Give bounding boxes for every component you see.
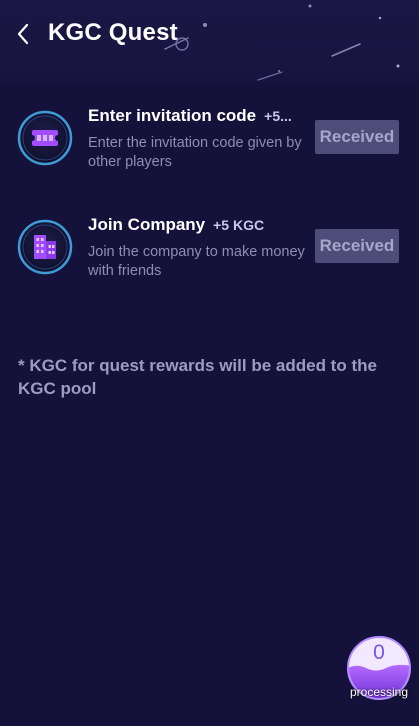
quest-item-join-company: Join Company +5 KGC Join the company to m… bbox=[0, 211, 419, 291]
quest-description: Enter the invitation code given by other… bbox=[88, 135, 302, 170]
ticket-icon bbox=[17, 110, 73, 166]
reward-note: * KGC for quest rewards will be added to… bbox=[18, 356, 377, 398]
received-button[interactable]: Received bbox=[315, 120, 399, 154]
back-button[interactable] bbox=[10, 18, 38, 50]
quest-item-invitation: Enter invitation code +5... Enter the inv… bbox=[0, 102, 419, 182]
quest-title: Enter invitation code +5... bbox=[88, 106, 292, 126]
shooting-star-decoration bbox=[164, 4, 400, 81]
header-bar: KGC Quest bbox=[0, 0, 419, 82]
quest-reward: +5 KGC bbox=[213, 217, 265, 233]
quest-title: Join Company +5 KGC bbox=[88, 215, 264, 235]
page-title: KGC Quest bbox=[48, 19, 178, 46]
processing-label: processing bbox=[349, 685, 409, 699]
processing-count: 0 bbox=[373, 641, 385, 664]
quest-reward: +5... bbox=[264, 108, 292, 124]
received-button[interactable]: Received bbox=[315, 229, 399, 263]
building-icon bbox=[17, 219, 73, 275]
quest-title-text: Join Company bbox=[88, 215, 206, 234]
quest-title-text: Enter invitation code bbox=[88, 106, 257, 125]
quest-description: Join the company to make money with frie… bbox=[88, 244, 305, 279]
chevron-left-icon bbox=[17, 23, 29, 45]
